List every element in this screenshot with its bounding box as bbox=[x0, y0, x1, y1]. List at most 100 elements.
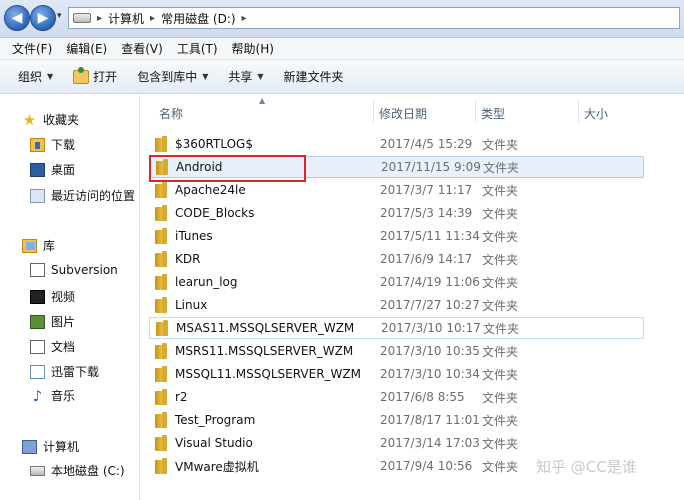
folder-icon bbox=[155, 366, 169, 382]
folder-icon bbox=[155, 182, 169, 198]
computer-icon bbox=[22, 439, 37, 454]
share-button[interactable]: 共享 ▼ bbox=[228, 68, 263, 85]
menu-file[interactable]: 文件(F) bbox=[12, 40, 52, 57]
menu-view[interactable]: 查看(V) bbox=[121, 40, 163, 57]
chevron-right-icon[interactable]: ▸ bbox=[97, 13, 102, 24]
folder-icon bbox=[155, 274, 169, 290]
menu-edit[interactable]: 编辑(E) bbox=[66, 40, 107, 57]
folder-icon bbox=[155, 435, 169, 451]
new-folder-button[interactable]: 新建文件夹 bbox=[284, 68, 344, 85]
folder-icon bbox=[155, 458, 169, 474]
document-icon bbox=[30, 339, 45, 354]
sidebar-favorites[interactable]: ★ 收藏夹 bbox=[22, 111, 79, 128]
sidebar-item-recent[interactable]: 最近访问的位置 bbox=[30, 187, 135, 204]
sidebar-item-downloads[interactable]: 下载 bbox=[30, 136, 75, 153]
file-type: 文件夹 bbox=[482, 344, 519, 359]
file-modified: 2017/4/19 11:06 bbox=[380, 275, 480, 289]
chevron-right-icon[interactable]: ▸ bbox=[150, 13, 155, 24]
file-name: iTunes bbox=[175, 229, 213, 243]
folder-icon bbox=[155, 412, 169, 428]
menu-help[interactable]: 帮助(H) bbox=[232, 40, 274, 57]
menu-tools[interactable]: 工具(T) bbox=[177, 40, 218, 57]
sidebar-item-desktop[interactable]: 桌面 bbox=[30, 161, 75, 178]
sidebar-libraries[interactable]: 库 bbox=[22, 237, 55, 254]
desktop-icon bbox=[30, 162, 45, 177]
file-name: Apache24le bbox=[175, 183, 246, 197]
organize-button[interactable]: 组织 ▼ bbox=[18, 68, 53, 85]
file-row[interactable]: MSRS11.MSSQLSERVER_WZM 2017/3/10 10:35 文… bbox=[149, 340, 644, 362]
column-header-name[interactable]: 名称 bbox=[159, 105, 183, 122]
file-row[interactable]: CODE_Blocks 2017/5/3 14:39 文件夹 bbox=[149, 202, 644, 224]
caret-down-icon: ▼ bbox=[257, 72, 264, 81]
explorer-window: ◀ ▶ ▾ ▸ 计算机 ▸ 常用磁盘 (D:) ▸ 文件(F) 编辑(E) 查看… bbox=[0, 0, 684, 500]
column-divider[interactable] bbox=[373, 99, 374, 123]
document-library-icon bbox=[30, 263, 45, 277]
file-modified: 2017/6/8 8:55 bbox=[380, 390, 465, 404]
include-library-button[interactable]: 包含到库中 ▼ bbox=[137, 68, 208, 85]
computer-icon bbox=[73, 13, 91, 23]
file-row[interactable]: iTunes 2017/5/11 11:34 文件夹 bbox=[149, 225, 644, 247]
file-modified: 2017/9/4 10:56 bbox=[380, 459, 473, 473]
folder-icon bbox=[155, 389, 169, 405]
breadcrumb-drive-d[interactable]: 常用磁盘 (D:) bbox=[161, 10, 235, 27]
sidebar-item-label: 图片 bbox=[51, 315, 76, 329]
address-bar[interactable]: ▸ 计算机 ▸ 常用磁盘 (D:) ▸ bbox=[68, 7, 680, 29]
file-row-hover[interactable]: MSAS11.MSSQLSERVER_WZM 2017/3/10 10:17 文… bbox=[149, 317, 644, 339]
history-dropdown-icon[interactable]: ▾ bbox=[57, 11, 62, 21]
file-row[interactable]: r2 2017/6/8 8:55 文件夹 bbox=[149, 386, 644, 408]
column-header-size[interactable]: 大小 bbox=[584, 105, 608, 122]
file-row[interactable]: Linux 2017/7/27 10:27 文件夹 bbox=[149, 294, 644, 316]
sidebar-item-label: 桌面 bbox=[51, 163, 76, 177]
file-modified: 2017/3/10 10:34 bbox=[380, 367, 480, 381]
file-name: CODE_Blocks bbox=[175, 206, 255, 220]
watermark: 知乎 @CC是谁 bbox=[536, 458, 637, 476]
sidebar-item-xunlei[interactable]: 迅雷下载 bbox=[30, 363, 99, 380]
file-modified: 2017/4/5 15:29 bbox=[380, 137, 473, 151]
column-header-type[interactable]: 类型 bbox=[481, 105, 505, 122]
sidebar-item-label: 迅雷下载 bbox=[51, 365, 100, 379]
file-row[interactable]: MSSQL11.MSSQLSERVER_WZM 2017/3/10 10:34 … bbox=[149, 363, 644, 385]
file-row[interactable]: Apache24le 2017/3/7 11:17 文件夹 bbox=[149, 179, 644, 201]
file-row[interactable]: Test_Program 2017/8/17 11:01 文件夹 bbox=[149, 409, 644, 431]
sidebar-item-pictures[interactable]: 图片 bbox=[30, 313, 75, 330]
back-button[interactable]: ◀ bbox=[4, 5, 30, 31]
file-name: Test_Program bbox=[175, 413, 256, 427]
column-header-modified[interactable]: 修改日期 bbox=[379, 105, 427, 122]
address-row: ◀ ▶ ▾ ▸ 计算机 ▸ 常用磁盘 (D:) ▸ bbox=[0, 0, 684, 38]
navigation-pane: ★ 收藏夹 下载 桌面 最近访问的位置 库 Subversion 视频 图片 文… bbox=[0, 95, 140, 500]
chevron-right-icon[interactable]: ▸ bbox=[242, 13, 247, 24]
sidebar-item-subversion[interactable]: Subversion bbox=[30, 263, 118, 277]
file-row[interactable]: learun_log 2017/4/19 11:06 文件夹 bbox=[149, 271, 644, 293]
file-modified: 2017/5/3 14:39 bbox=[380, 206, 473, 220]
file-name: Visual Studio bbox=[175, 436, 253, 450]
column-divider[interactable] bbox=[578, 99, 579, 123]
sidebar-item-videos[interactable]: 视频 bbox=[30, 288, 75, 305]
file-type: 文件夹 bbox=[482, 298, 519, 313]
breadcrumb-computer[interactable]: 计算机 bbox=[108, 10, 144, 27]
sidebar-computer[interactable]: 计算机 bbox=[22, 438, 79, 455]
forward-button[interactable]: ▶ bbox=[30, 5, 56, 31]
file-type: 文件夹 bbox=[482, 367, 519, 382]
folder-icon bbox=[155, 228, 169, 244]
recent-places-icon bbox=[30, 188, 45, 203]
file-name: learun_log bbox=[175, 275, 238, 289]
file-type: 文件夹 bbox=[483, 321, 520, 336]
toolbar: 组织 ▼ 打开 包含到库中 ▼ 共享 ▼ 新建文件夹 bbox=[0, 60, 684, 94]
sidebar-item-music[interactable]: ♪ 音乐 bbox=[30, 387, 75, 404]
sidebar-item-label: 本地磁盘 (C:) bbox=[51, 464, 125, 478]
sidebar-favorites-label: 收藏夹 bbox=[43, 113, 80, 127]
music-note-icon: ♪ bbox=[32, 386, 43, 405]
column-divider[interactable] bbox=[475, 99, 476, 123]
file-row[interactable]: Visual Studio 2017/3/14 17:03 文件夹 bbox=[149, 432, 644, 454]
folder-icon bbox=[155, 297, 169, 313]
file-row[interactable]: KDR 2017/6/9 14:17 文件夹 bbox=[149, 248, 644, 270]
sidebar-computer-label: 计算机 bbox=[43, 440, 80, 454]
sidebar-item-documents[interactable]: 文档 bbox=[30, 338, 75, 355]
file-modified: 2017/3/10 10:17 bbox=[381, 321, 481, 335]
sidebar-item-drive-c[interactable]: 本地磁盘 (C:) bbox=[30, 462, 125, 479]
file-name: r2 bbox=[175, 390, 188, 404]
sidebar-item-label: 文档 bbox=[51, 340, 76, 354]
file-row[interactable]: $360RTLOG$ 2017/4/5 15:29 文件夹 bbox=[149, 133, 644, 155]
open-button[interactable]: 打开 bbox=[73, 66, 117, 85]
file-modified: 2017/6/9 14:17 bbox=[380, 252, 473, 266]
